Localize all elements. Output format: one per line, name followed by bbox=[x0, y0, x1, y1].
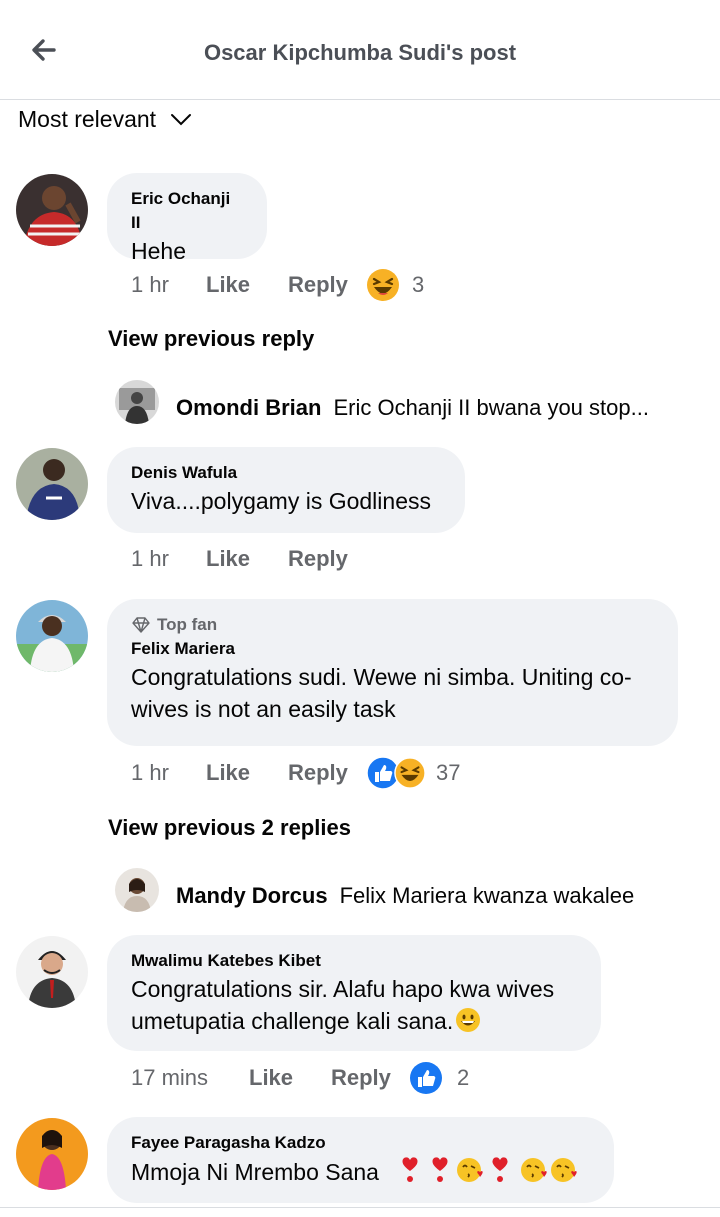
reaction-count[interactable]: 37 bbox=[436, 760, 460, 786]
comment-text: Mmoja Ni Mrembo Sana bbox=[131, 1155, 590, 1188]
avatar[interactable] bbox=[16, 600, 88, 672]
grinning-face-emoji bbox=[456, 1008, 481, 1032]
heart-exclamation-emoji bbox=[492, 1157, 508, 1182]
comment-text-body: Congratulations sir. Alafu hapo kwa wive… bbox=[131, 976, 555, 1034]
commenter-name[interactable]: Felix Mariera bbox=[131, 637, 654, 661]
view-previous-replies-link[interactable]: View previous 2 replies bbox=[108, 815, 351, 841]
kissing-face-emoji bbox=[457, 1158, 484, 1182]
commenter-name[interactable]: Mwalimu Katebes Kibet bbox=[131, 949, 577, 973]
comment-time[interactable]: 1 hr bbox=[131, 760, 206, 786]
comment-text: Congratulations sir. Alafu hapo kwa wive… bbox=[131, 973, 577, 1037]
like-button[interactable]: Like bbox=[206, 272, 288, 298]
avatar[interactable] bbox=[115, 380, 159, 424]
commenter-name[interactable]: Denis Wafula bbox=[131, 461, 441, 485]
reactions-summary[interactable] bbox=[366, 756, 426, 790]
comment-time[interactable]: 17 mins bbox=[131, 1065, 249, 1091]
comment-text: Viva....polygamy is Godliness bbox=[131, 488, 431, 514]
avatar[interactable] bbox=[16, 174, 88, 246]
comment-text: Congratulations sudi. Wewe ni simba. Uni… bbox=[131, 664, 632, 722]
comment-actions: 1 hr Like Reply 37 bbox=[131, 756, 460, 790]
page-title: Oscar Kipchumba Sudi's post bbox=[203, 40, 517, 65]
comment-bubble: Mwalimu Katebes Kibet Congratulations si… bbox=[107, 935, 601, 1051]
kissing-face-emoji bbox=[551, 1158, 578, 1182]
top-fan-badge: Top fan bbox=[131, 613, 654, 637]
reaction-count[interactable]: 2 bbox=[457, 1065, 469, 1091]
comment-time[interactable]: 1 hr bbox=[131, 272, 206, 298]
avatar[interactable] bbox=[115, 868, 159, 912]
top-bar: Oscar Kipchumba Sudi's post bbox=[0, 0, 720, 100]
comment-text-body: Mmoja Ni Mrembo Sana bbox=[131, 1159, 379, 1185]
reply-preview[interactable]: Mandy Dorcus Felix Mariera kwanza wakalee bbox=[176, 883, 634, 909]
kissing-face-emoji bbox=[521, 1158, 548, 1182]
reply-button[interactable]: Reply bbox=[288, 760, 366, 786]
haha-icon bbox=[394, 757, 426, 789]
bottom-divider bbox=[0, 1207, 720, 1208]
like-button[interactable]: Like bbox=[206, 760, 288, 786]
like-button[interactable]: Like bbox=[206, 546, 288, 572]
commenter-name[interactable]: Eric Ochanji II bbox=[131, 187, 243, 235]
comment-bubble: Eric Ochanji II Hehe bbox=[107, 173, 267, 264]
emoji-row bbox=[395, 1155, 579, 1185]
comment-bubble: Denis Wafula Viva....polygamy is Godline… bbox=[107, 447, 465, 533]
comment-actions: 1 hr Like Reply 3 bbox=[131, 268, 424, 302]
reply-author: Mandy Dorcus bbox=[176, 883, 328, 908]
heart-exclamation-emoji bbox=[402, 1157, 418, 1182]
chevron-down-icon bbox=[171, 113, 192, 125]
haha-icon[interactable] bbox=[366, 268, 400, 302]
commenter-name[interactable]: Fayee Paragasha Kadzo bbox=[131, 1131, 590, 1155]
like-icon[interactable] bbox=[409, 1061, 443, 1095]
top-fan-label: Top fan bbox=[157, 615, 218, 634]
comment-actions: 1 hr Like Reply bbox=[131, 542, 366, 576]
avatar[interactable] bbox=[16, 448, 88, 520]
comment-actions: 17 mins Like Reply 2 bbox=[131, 1061, 469, 1095]
sort-dropdown[interactable]: Most relevant bbox=[18, 106, 192, 133]
avatar[interactable] bbox=[16, 1118, 88, 1190]
reply-button[interactable]: Reply bbox=[331, 1065, 409, 1091]
reply-author: Omondi Brian bbox=[176, 395, 322, 420]
like-button[interactable]: Like bbox=[249, 1065, 331, 1091]
reply-preview[interactable]: Omondi Brian Eric Ochanji II bwana you st… bbox=[176, 395, 649, 421]
reply-snippet: Felix Mariera kwanza wakalee bbox=[339, 883, 635, 908]
reply-button[interactable]: Reply bbox=[288, 546, 366, 572]
sort-label: Most relevant bbox=[18, 106, 157, 132]
comment-time[interactable]: 1 hr bbox=[131, 546, 206, 572]
comment-text: Hehe bbox=[131, 238, 186, 264]
reaction-count[interactable]: 3 bbox=[412, 272, 424, 298]
view-previous-replies-link[interactable]: View previous reply bbox=[108, 326, 314, 352]
avatar[interactable] bbox=[16, 936, 88, 1008]
comment-bubble: Fayee Paragasha Kadzo Mmoja Ni Mrembo Sa… bbox=[107, 1117, 614, 1203]
reply-button[interactable]: Reply bbox=[288, 272, 366, 298]
comment-bubble: Top fan Felix Mariera Congratulations su… bbox=[107, 599, 678, 746]
heart-exclamation-emoji bbox=[432, 1157, 448, 1182]
reply-snippet: Eric Ochanji II bwana you stop... bbox=[333, 395, 649, 420]
diamond-icon bbox=[132, 617, 150, 633]
